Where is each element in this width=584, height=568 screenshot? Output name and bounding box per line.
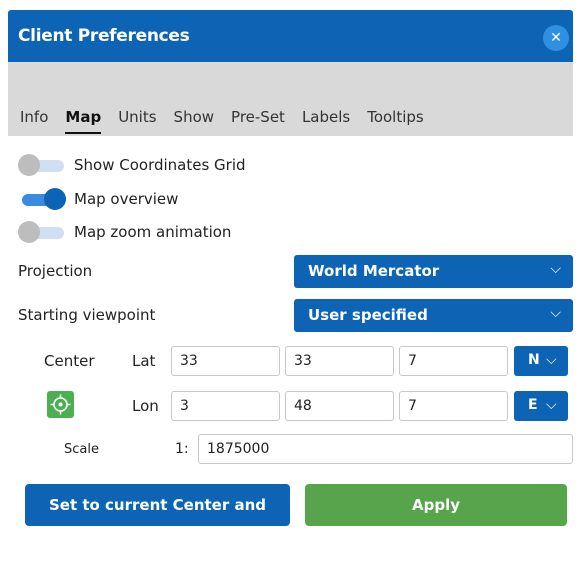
chevron-down-icon: ⌵ — [550, 261, 561, 277]
viewpoint-label: Starting viewpoint — [18, 306, 156, 324]
lat-seconds-input[interactable]: 7 — [399, 346, 508, 376]
lat-minutes-input[interactable]: 33 — [285, 346, 394, 376]
zoom-animation-toggle[interactable] — [18, 221, 66, 243]
tab-list: Info Map Units Show Pre-Set Labels Toolt… — [20, 98, 441, 134]
projection-value: World Mercator — [308, 262, 440, 280]
lon-minutes-input[interactable]: 48 — [285, 391, 394, 421]
toggle-knob — [18, 221, 40, 243]
map-overview-label: Map overview — [74, 190, 179, 208]
close-icon: ✕ — [550, 30, 562, 46]
toggle-row-zoom-animation: Map zoom animation — [18, 220, 231, 244]
chevron-down-icon: ⌵ — [546, 397, 557, 413]
tab-pre-set[interactable]: Pre-Set — [231, 98, 285, 132]
viewpoint-select[interactable]: User specified ⌵ — [294, 299, 573, 332]
center-label: Center — [44, 352, 95, 370]
lon-degrees-input[interactable]: 3 — [171, 391, 280, 421]
close-button[interactable]: ✕ — [543, 25, 569, 51]
map-overview-toggle[interactable] — [18, 188, 66, 210]
tab-map[interactable]: Map — [65, 98, 102, 134]
title-bar: Client Preferences — [8, 10, 573, 62]
chevron-down-icon: ⌵ — [546, 352, 557, 368]
client-preferences-dialog: Client Preferences ✕ Info Map Units Show… — [0, 0, 584, 556]
tab-labels[interactable]: Labels — [302, 98, 350, 132]
apply-button[interactable]: Apply — [305, 484, 567, 526]
scale-input[interactable]: 1875000 — [198, 434, 573, 464]
lat-hemisphere-value: N — [528, 352, 540, 368]
locate-center-button[interactable] — [47, 391, 74, 418]
tab-tooltips[interactable]: Tooltips — [367, 98, 424, 132]
chevron-down-icon: ⌵ — [550, 305, 561, 321]
toggle-knob — [18, 154, 40, 176]
zoom-animation-label: Map zoom animation — [74, 223, 232, 241]
lat-hemisphere-select[interactable]: N ⌵ — [514, 346, 568, 376]
crosshair-icon — [50, 394, 71, 415]
lat-label: Lat — [132, 352, 156, 370]
dialog-title: Client Preferences — [18, 26, 190, 46]
lon-seconds-input[interactable]: 7 — [399, 391, 508, 421]
toggle-knob — [44, 188, 66, 210]
scale-prefix: 1: — [175, 441, 189, 457]
lon-hemisphere-value: E — [528, 397, 538, 413]
viewpoint-value: User specified — [308, 306, 428, 324]
tab-info[interactable]: Info — [20, 98, 48, 132]
tab-show[interactable]: Show — [174, 98, 214, 132]
toggle-row-coordinates-grid: Show Coordinates Grid — [18, 153, 246, 177]
lon-hemisphere-select[interactable]: E ⌵ — [514, 391, 568, 421]
coordinates-grid-label: Show Coordinates Grid — [74, 156, 246, 174]
toggle-row-map-overview: Map overview — [18, 187, 178, 211]
tab-units[interactable]: Units — [118, 98, 156, 132]
set-current-center-scale-button[interactable]: Set to current Center and Scale — [25, 484, 290, 556]
lat-degrees-input[interactable]: 33 — [171, 346, 280, 376]
projection-label: Projection — [18, 262, 93, 280]
projection-select[interactable]: World Mercator ⌵ — [294, 255, 573, 288]
coordinates-grid-toggle[interactable] — [18, 154, 66, 176]
scale-label: Scale — [64, 442, 99, 457]
lon-label: Lon — [132, 397, 159, 415]
